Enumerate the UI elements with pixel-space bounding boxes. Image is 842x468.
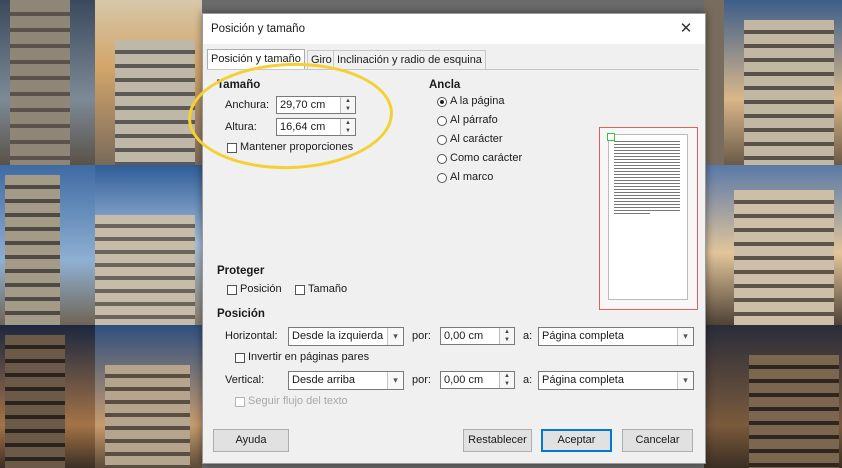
- horizontal-select[interactable]: Desde la izquierda ▾: [288, 327, 404, 346]
- height-spinbox[interactable]: 16,64 cm ▲ ▼: [276, 118, 356, 136]
- tab-panel: Tamaño Anchura: 29,70 cm ▲ ▼ Altura: 16,6…: [207, 69, 699, 425]
- height-value: 16,64 cm: [280, 121, 326, 133]
- keep-ratio-label: Mantener proporciones: [240, 141, 354, 153]
- horizontal-by-spinbox[interactable]: 0,00 cm ▲ ▼: [440, 327, 515, 345]
- photo-tile: [704, 0, 842, 165]
- protect-position-label: Posición: [240, 283, 282, 295]
- vertical-select[interactable]: Desde arriba ▾: [288, 371, 404, 390]
- horizontal-by-label: por:: [412, 330, 431, 342]
- anchor-character-label[interactable]: Al carácter: [450, 133, 503, 145]
- photo-tile: [95, 165, 202, 325]
- width-spinbox[interactable]: 29,70 cm ▲ ▼: [276, 96, 356, 114]
- help-button[interactable]: Ayuda: [213, 429, 289, 452]
- protect-size-checkbox[interactable]: [295, 285, 305, 295]
- cancel-button[interactable]: Cancelar: [622, 429, 693, 452]
- chevron-down-icon[interactable]: ▾: [387, 372, 403, 389]
- width-label: Anchura:: [225, 99, 270, 111]
- position-section-header: Posición: [217, 308, 265, 320]
- horizontal-to-value: Página completa: [542, 330, 624, 342]
- vertical-to-label: a:: [523, 374, 533, 386]
- tab-position-size[interactable]: Posición y tamaño: [207, 49, 305, 70]
- horizontal-to-select[interactable]: Página completa ▾: [538, 327, 694, 346]
- horizontal-to-label: a:: [523, 330, 533, 342]
- vertical-to-select[interactable]: Página completa ▾: [538, 371, 694, 390]
- anchor-character-radio[interactable]: [437, 135, 447, 145]
- anchor-paragraph-radio[interactable]: [437, 116, 447, 126]
- dialog-title: Posición y tamaño: [211, 23, 305, 35]
- anchor-as-character-radio[interactable]: [437, 154, 447, 164]
- photo-tile: [704, 165, 842, 325]
- anchor-as-character-label[interactable]: Como carácter: [450, 152, 522, 164]
- protect-position-checkbox[interactable]: [227, 285, 237, 295]
- follow-text-flow-label: Seguir flujo del texto: [248, 395, 348, 407]
- horizontal-value: Desde la izquierda: [292, 330, 384, 342]
- photo-tile: [704, 325, 842, 468]
- protect-section-header: Proteger: [217, 265, 265, 277]
- photo-tile: [95, 325, 202, 468]
- vertical-by-spinbox[interactable]: 0,00 cm ▲ ▼: [440, 371, 515, 389]
- follow-text-flow-checkbox: [235, 397, 245, 407]
- horizontal-label: Horizontal:: [225, 330, 278, 342]
- anchor-marker-icon: [607, 133, 615, 141]
- anchor-paragraph-label[interactable]: Al párrafo: [450, 114, 498, 126]
- vertical-to-value: Página completa: [542, 374, 624, 386]
- spin-arrows-icon[interactable]: ▲ ▼: [340, 119, 355, 135]
- size-section-header: Tamaño: [217, 79, 261, 91]
- reset-button[interactable]: Restablecer: [463, 429, 532, 452]
- anchor-section-header: Ancla: [429, 79, 461, 91]
- tab-slant-corner-radius[interactable]: Inclinación y radio de esquina: [333, 50, 486, 70]
- vertical-label: Vertical:: [225, 374, 265, 386]
- width-value: 29,70 cm: [280, 99, 326, 111]
- mirror-even-pages-checkbox[interactable]: [235, 353, 245, 363]
- photo-tile: [0, 0, 95, 165]
- chevron-down-icon[interactable]: ▾: [387, 328, 403, 345]
- position-preview: [599, 127, 698, 310]
- anchor-page-radio[interactable]: [437, 97, 447, 107]
- height-label: Altura:: [225, 121, 257, 133]
- vertical-by-label: por:: [412, 374, 431, 386]
- anchor-frame-label[interactable]: Al marco: [450, 171, 493, 183]
- accept-button[interactable]: Aceptar: [541, 429, 612, 452]
- photo-tile: [0, 165, 95, 325]
- spin-arrows-icon[interactable]: ▲ ▼: [340, 97, 355, 113]
- keep-ratio-checkbox[interactable]: [227, 143, 237, 153]
- anchor-page-label[interactable]: A la página: [450, 95, 504, 107]
- dialog-titlebar: Posición y tamaño ✕: [203, 14, 705, 44]
- horizontal-by-value: 0,00 cm: [444, 330, 484, 342]
- chevron-down-icon[interactable]: ▾: [677, 372, 693, 389]
- position-size-dialog: Posición y tamaño ✕ Posición y tamaño Gi…: [202, 13, 706, 464]
- spin-arrows-icon[interactable]: ▲ ▼: [499, 328, 514, 344]
- anchor-frame-radio[interactable]: [437, 173, 447, 183]
- preview-page: [607, 133, 688, 300]
- protect-size-label: Tamaño: [308, 283, 348, 295]
- tab-rotation[interactable]: Giro: [307, 50, 336, 70]
- photo-tile: [95, 0, 202, 165]
- chevron-down-icon[interactable]: ▾: [677, 328, 693, 345]
- mirror-even-pages-label: Invertir en páginas pares: [248, 351, 370, 363]
- vertical-value: Desde arriba: [292, 374, 355, 386]
- photo-tile: [0, 325, 95, 468]
- vertical-by-value: 0,00 cm: [444, 374, 484, 386]
- close-icon[interactable]: ✕: [675, 20, 697, 38]
- spin-arrows-icon[interactable]: ▲ ▼: [499, 372, 514, 388]
